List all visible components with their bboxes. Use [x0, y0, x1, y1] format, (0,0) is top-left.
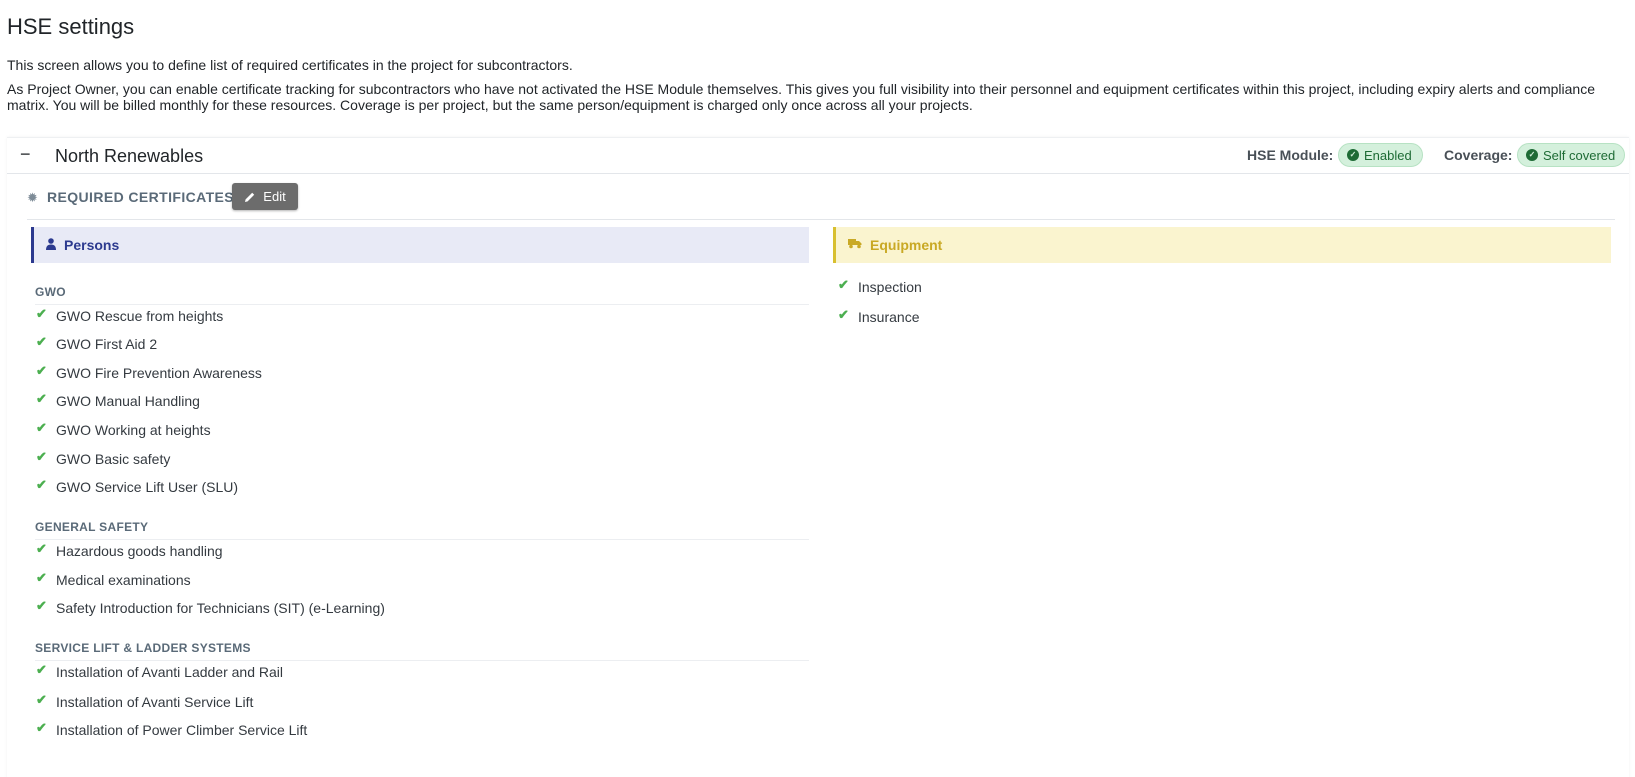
list-item: ✔ GWO Basic safety [36, 449, 171, 467]
list-item: ✔ GWO Rescue from heights [36, 306, 224, 324]
hse-module-status-text: Enabled [1364, 147, 1412, 163]
check-circle-icon: ✓ [1526, 149, 1538, 161]
check-icon: ✔ [36, 662, 47, 677]
check-icon: ✔ [36, 692, 47, 707]
list-item: ✔ Installation of Avanti Ladder and Rail [36, 662, 284, 680]
check-icon: ✔ [36, 306, 47, 321]
coverage-label: Coverage: [1444, 147, 1513, 163]
check-icon: ✔ [838, 277, 849, 292]
user-icon [46, 237, 56, 253]
check-icon: ✔ [36, 570, 47, 585]
edit-button[interactable]: Edit [232, 183, 298, 210]
list-item: ✔ Medical examinations [36, 570, 191, 588]
page-title: HSE settings [7, 14, 135, 39]
truck-icon [848, 238, 862, 252]
list-item: ✔ GWO Fire Prevention Awareness [36, 363, 262, 381]
check-icon: ✔ [36, 541, 47, 556]
check-icon: ✔ [36, 449, 47, 464]
list-item: ✔ Installation of Avanti Service Lift [36, 692, 254, 710]
intro-text: This screen allows you to define list of… [7, 57, 573, 73]
project-header: − North Renewables HSE Module: ✓ Enabled… [7, 138, 1629, 174]
coverage-status-badge: ✓ Self covered [1517, 143, 1625, 167]
project-card: − North Renewables HSE Module: ✓ Enabled… [7, 137, 1629, 777]
list-item: ✔ GWO First Aid 2 [36, 334, 158, 352]
check-icon: ✔ [36, 477, 47, 492]
check-circle-icon: ✓ [1347, 149, 1359, 161]
list-item: ✔ GWO Manual Handling [36, 391, 200, 409]
intro-billing-text: As Project Owner, you can enable certifi… [7, 81, 1595, 113]
project-name: North Renewables [55, 146, 204, 166]
required-certificates-title: REQUIRED CERTIFICATES [47, 189, 235, 205]
check-icon: ✔ [36, 391, 47, 406]
persons-section-header: Persons [31, 227, 809, 263]
list-item: ✔ Insurance [838, 307, 920, 325]
coverage-status-text: Self covered [1543, 147, 1616, 163]
list-item: ✔ GWO Working at heights [36, 420, 211, 438]
check-icon: ✔ [36, 720, 47, 735]
hse-module-status-badge: ✓ Enabled [1338, 143, 1423, 167]
list-item: ✔ Hazardous goods handling [36, 541, 223, 559]
group-title-general-safety: GENERAL SAFETY [35, 520, 149, 534]
list-item: ✔ Safety Introduction for Technicians (SI… [36, 598, 385, 616]
check-icon: ✔ [838, 307, 849, 322]
check-icon: ✔ [36, 598, 47, 613]
group-title-gwo: GWO [35, 285, 66, 299]
persons-label: Persons [64, 237, 120, 253]
collapse-button[interactable]: − [20, 144, 31, 164]
edit-button-label: Edit [263, 189, 286, 204]
hse-module-label: HSE Module: [1247, 147, 1334, 163]
divider [35, 304, 809, 305]
list-item: ✔ Installation of Power Climber Service L… [36, 720, 308, 738]
check-icon: ✔ [36, 420, 47, 435]
divider [35, 539, 809, 540]
gear-icon: ✹ [27, 190, 38, 205]
divider [35, 660, 809, 661]
list-item: ✔ GWO Service Lift User (SLU) [36, 477, 239, 495]
equipment-section-header: Equipment [833, 227, 1611, 263]
divider [27, 219, 1615, 220]
equipment-label: Equipment [870, 237, 943, 253]
list-item: ✔ Inspection [838, 277, 922, 295]
pencil-icon [245, 192, 255, 202]
check-icon: ✔ [36, 334, 47, 349]
group-title-service-lift: SERVICE LIFT & LADDER SYSTEMS [35, 641, 251, 655]
check-icon: ✔ [36, 363, 47, 378]
